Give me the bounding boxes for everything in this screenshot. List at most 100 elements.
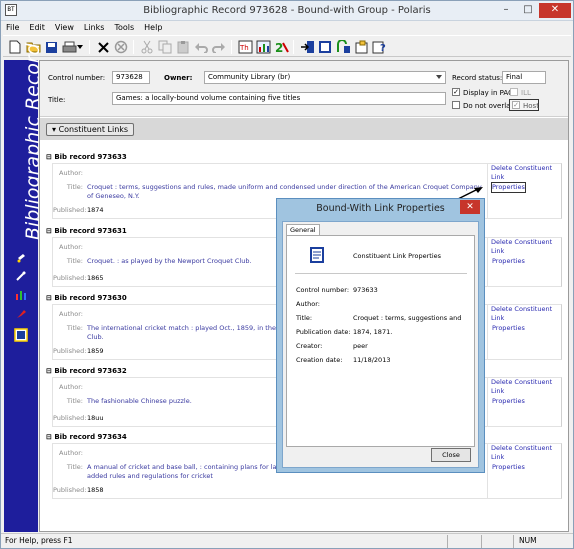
record-status-field[interactable]: Final [502,71,546,84]
dialog-body: General Constituent Link Properties Cont… [282,221,479,468]
record-title[interactable]: The fashionable Chinese puzzle. [87,397,192,405]
menu-bar: File Edit View Links Tools Help [1,21,573,35]
paste-icon[interactable] [175,39,191,55]
record-title[interactable]: Croquet. : as played by the Newport Croq… [87,257,252,265]
menu-tools[interactable]: Tools [109,21,139,35]
redo-icon[interactable] [211,39,227,55]
menu-file[interactable]: File [1,21,24,35]
num-lock-indicator: NUM [519,536,537,545]
delete-link[interactable]: Delete Constituent Link [491,305,563,323]
dialog-title: Bound-With Link Properties [316,203,445,214]
help-icon[interactable]: ? [371,39,387,55]
title-label: Title: [66,257,83,265]
record-title[interactable]: The international cricket match : played… [87,324,297,332]
published-value: 1865 [87,274,104,282]
cancel-icon[interactable] [113,39,129,55]
host-label: Host [523,102,539,110]
published-value: 18uu [87,414,104,422]
dropdown-icon[interactable] [75,39,85,55]
properties-link[interactable]: Properties [491,462,526,473]
control-number-field[interactable]: 973628 [112,71,150,84]
close-button[interactable]: Close [431,448,471,462]
published-label: Published: [53,206,87,214]
title-label: Title: [66,463,83,471]
published-value: 1859 [87,347,104,355]
import-icon[interactable] [299,39,315,55]
tag-icon[interactable] [14,308,28,322]
title-value: Croquet : terms, suggestions and [353,314,462,322]
link-icon[interactable] [14,270,28,284]
record-heading[interactable]: ⊟ Bib record 973634 [46,433,127,441]
status-help-text: For Help, press F1 [5,536,73,545]
theme-icon[interactable]: Th [237,39,253,55]
window-title: Bibliographic Record 973628 - Bound-with… [143,5,431,16]
collapse-icon: ⊟ [46,367,52,375]
export-icon[interactable] [335,39,351,55]
record-icon[interactable] [14,328,28,342]
published-label: Published: [53,486,87,494]
collapse-icon: ⊟ [46,153,52,161]
record-heading[interactable]: ⊟ Bib record 973631 [46,227,127,235]
collapse-icon: ⊟ [46,433,52,441]
menu-help[interactable]: Help [139,21,167,35]
host-toggle[interactable]: ✓ Host [509,99,539,111]
properties-link[interactable]: Properties [491,323,526,334]
properties-icon[interactable] [353,39,369,55]
menu-view[interactable]: View [50,21,79,35]
properties-link[interactable]: Properties [491,396,526,407]
hand-icon[interactable] [14,252,28,266]
chart-icon[interactable] [255,39,271,55]
do-not-overlay-checkbox[interactable] [452,101,460,109]
record-heading[interactable]: ⊟ Bib record 973633 [46,153,127,161]
dialog-heading: Constituent Link Properties [353,252,442,260]
host-checkbox: ✓ [512,101,520,109]
delete-icon[interactable] [95,39,111,55]
author-label: Author: [59,449,83,457]
close-window-button[interactable]: ✕ [539,3,571,18]
ill-checkbox[interactable] [510,88,518,96]
bar-icon[interactable] [14,289,28,303]
save-icon[interactable] [43,39,59,55]
constituent-links-label: Constituent Links [58,125,129,134]
creator-label: Creator: [296,342,323,350]
owner-select[interactable]: Community Library (br) [204,71,446,84]
undo-icon[interactable] [193,39,209,55]
constituent-links-toggle[interactable]: ▾ Constituent Links [46,123,135,136]
published-value: 1874 [87,206,104,214]
control-number-label: Control number: [296,286,350,294]
publication-date-label: Publication date: [296,328,351,336]
collapse-icon: ⊟ [46,227,52,235]
delete-link[interactable]: Delete Constituent Link [491,378,563,396]
record-title-continued[interactable]: added rules and regulations for cricket [87,472,213,480]
copy-icon[interactable] [157,39,173,55]
published-label: Published: [53,274,87,282]
svg-text:2: 2 [275,41,283,54]
properties-link[interactable]: Properties [491,256,526,267]
record-heading[interactable]: ⊟ Bib record 973630 [46,294,127,302]
title-label: Title: [66,324,83,332]
record-title-continued[interactable]: Club. [87,333,104,341]
minimize-button[interactable]: – [495,3,517,18]
dialog-close-icon[interactable]: ✕ [460,200,480,214]
title-field[interactable]: Games: a locally-bound volume containing… [112,92,446,105]
new-icon[interactable] [7,39,23,55]
record-title[interactable]: A manual of cricket and base ball, : con… [87,463,290,471]
delete-link[interactable]: Delete Constituent Link [491,238,563,256]
maximize-button[interactable]: □ [517,3,539,18]
number-icon[interactable]: 2 [273,39,289,55]
record-icon[interactable] [317,39,333,55]
creation-date-label: Creation date: [296,356,343,364]
menu-links[interactable]: Links [79,21,110,35]
creator-value: peer [353,342,368,350]
delete-link[interactable]: Delete Constituent Link [491,164,563,182]
svg-text:?: ? [380,43,386,54]
menu-edit[interactable]: Edit [24,21,50,35]
properties-link[interactable]: Properties [491,182,526,193]
record-heading[interactable]: ⊟ Bib record 973632 [46,367,127,375]
record-icon [309,246,325,264]
svg-text:Th: Th [239,44,249,52]
display-in-pac-checkbox[interactable]: ✓ [452,88,460,96]
owner-value: Community Library (br) [208,73,291,81]
delete-link[interactable]: Delete Constituent Link [491,444,563,462]
cut-icon[interactable] [139,39,155,55]
